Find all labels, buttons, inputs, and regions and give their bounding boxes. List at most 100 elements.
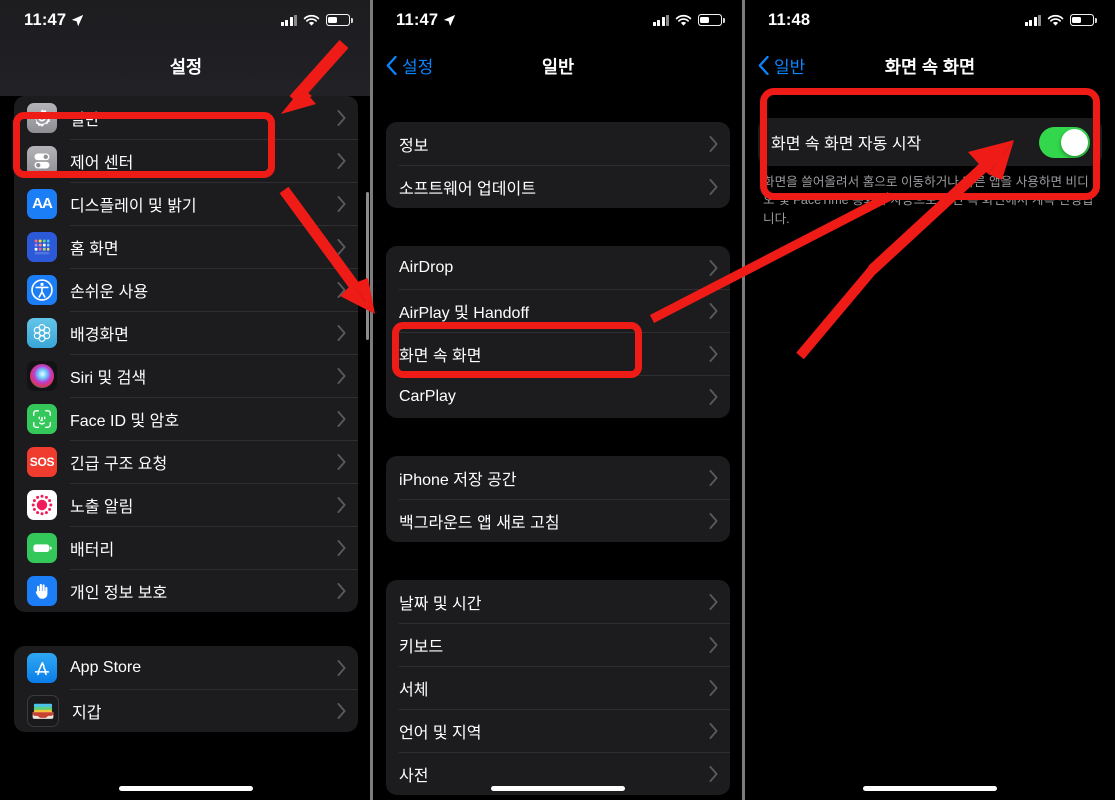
settings-row-wallpaper[interactable]: 배경화면 [14,311,358,354]
pip-auto-start-toggle[interactable] [1039,126,1090,158]
pip-auto-start-row[interactable]: 화면 속 화면 자동 시작 [758,118,1102,166]
general-row-label: 키보드 [399,638,444,656]
chevron-right-icon [337,152,346,169]
settings-row-label: 노출 알림 [70,498,134,516]
pip-auto-start-footnote: 화면을 쓸어올려서 홈으로 이동하거나 다른 앱을 사용하면 비디오 및 Fac… [763,175,1094,226]
chevron-right-icon [337,195,346,212]
aa-glyph: AA [32,195,53,212]
general-row-carplay[interactable]: CarPlay [386,375,730,418]
accessibility-icon [27,274,57,305]
settings-row-label: Siri 및 검색 [70,369,147,387]
location-arrow-icon [72,14,84,26]
general-row-label: 백그라운드 앱 새로 고침 [399,514,560,532]
settings-row-home-screen[interactable]: 홈 화면 [14,225,358,268]
general-row-software-update[interactable]: 소프트웨어 업데이트 [386,165,730,208]
siri-icon [27,360,57,391]
settings-row-siri-search[interactable]: Siri 및 검색 [14,354,358,397]
wifi-icon [1047,14,1064,26]
chevron-right-icon [709,765,718,782]
privacy-hand-icon [27,575,57,606]
chevron-right-icon [709,593,718,610]
phone-panel-settings: 11:47 설정 일반 제어 센터 AA 디스플레이 및 밝기 홈 화면 손쉬운… [0,0,372,800]
general-row-airdrop[interactable]: AirDrop [386,246,730,289]
home-indicator [119,786,253,791]
settings-group-store: App Store 지갑 [14,646,358,732]
page-title: 일반 [541,57,575,77]
status-bar: 11:47 [0,0,372,40]
settings-row-exposure-notification[interactable]: 노출 알림 [14,483,358,526]
home-indicator [491,786,625,791]
settings-row-label: 홈 화면 [70,240,119,258]
settings-row-label: 긴급 구조 요청 [70,455,168,473]
general-row-picture-in-picture[interactable]: 화면 속 화면 [386,332,730,375]
settings-row-label: 지갑 [72,704,102,722]
settings-row-app-store[interactable]: App Store [14,646,358,689]
general-row-fonts[interactable]: 서체 [386,666,730,709]
settings-row-control-center[interactable]: 제어 센터 [14,139,358,182]
phone-panel-pip: 11:48 일반 화면 속 화면 화면 속 화면 자동 시작 화면을 쓸어올려서… [744,0,1115,800]
status-bar-left: 11:48 [768,11,810,30]
settings-row-battery[interactable]: 배터리 [14,526,358,569]
general-row-label: 날짜 및 시간 [399,595,482,613]
general-row-keyboard[interactable]: 키보드 [386,623,730,666]
general-row-about[interactable]: 정보 [386,122,730,165]
chevron-right-icon [709,135,718,152]
status-bar-left: 11:47 [24,11,84,30]
settings-row-face-id[interactable]: Face ID 및 암호 [14,397,358,440]
toggle-knob [1061,128,1088,156]
cellular-signal-icon [652,14,669,26]
chevron-right-icon [709,636,718,653]
cellular-signal-icon [1024,14,1041,26]
general-list: 정보 소프트웨어 업데이트 AirDrop AirPlay 및 Handoff [372,96,744,795]
settings-row-privacy[interactable]: 개인 정보 보호 [14,569,358,612]
chevron-right-icon [337,496,346,513]
general-row-background-refresh[interactable]: 백그라운드 앱 새로 고침 [386,499,730,542]
settings-row-label: 제어 센터 [70,154,134,172]
general-row-label: 화면 속 화면 [399,347,482,365]
status-bar: 11:48 [744,0,1115,40]
cellular-signal-icon [280,14,297,26]
battery-icon [1070,14,1097,26]
general-row-label: iPhone 저장 공간 [399,471,517,489]
general-row-language-region[interactable]: 언어 및 지역 [386,709,730,752]
chevron-right-icon [709,302,718,319]
pip-auto-start-group: 화면 속 화면 자동 시작 [758,118,1102,166]
general-group-about: 정보 소프트웨어 업데이트 [386,122,730,208]
vertical-scrollbar[interactable] [366,192,369,340]
status-bar-right [652,14,725,27]
page-title: 설정 [169,57,203,77]
general-row-label: 서체 [399,681,429,699]
chevron-right-icon [337,702,346,719]
settings-row-label: Face ID 및 암호 [70,412,180,430]
settings-row-wallet[interactable]: 지갑 [14,689,358,732]
wifi-icon [675,14,692,26]
settings-row-display-brightness[interactable]: AA 디스플레이 및 밝기 [14,182,358,225]
settings-row-accessibility[interactable]: 손쉬운 사용 [14,268,358,311]
app-store-icon [27,652,57,683]
page-title: 화면 속 화면 [884,57,976,77]
settings-row-general[interactable]: 일반 [14,96,358,139]
general-row-label: AirDrop [399,258,454,276]
settings-row-label: 디스플레이 및 밝기 [70,197,197,215]
general-row-label: 사전 [399,767,429,785]
general-row-iphone-storage[interactable]: iPhone 저장 공간 [386,456,730,499]
general-row-date-time[interactable]: 날짜 및 시간 [386,580,730,623]
nav-bar: 일반 화면 속 화면 [744,40,1115,96]
settings-list: 일반 제어 센터 AA 디스플레이 및 밝기 홈 화면 손쉬운 사용 배경화면 … [0,96,372,732]
wallpaper-icon [27,317,57,348]
general-row-airplay-handoff[interactable]: AirPlay 및 Handoff [386,289,730,332]
general-row-label: AirPlay 및 Handoff [399,304,530,322]
settings-row-sos[interactable]: SOS 긴급 구조 요청 [14,440,358,483]
settings-row-label: App Store [70,658,142,676]
home-screen-icon [27,231,57,262]
chevron-right-icon [709,722,718,739]
panel-divider-2 [742,0,745,800]
general-group-storage: iPhone 저장 공간 백그라운드 앱 새로 고침 [386,456,730,542]
chevron-right-icon [337,238,346,255]
settings-row-label: 일반 [70,111,100,129]
chevron-right-icon [337,453,346,470]
chevron-right-icon [337,324,346,341]
location-arrow-icon [444,14,456,26]
chevron-right-icon [337,659,346,676]
status-bar-left: 11:47 [396,11,456,30]
